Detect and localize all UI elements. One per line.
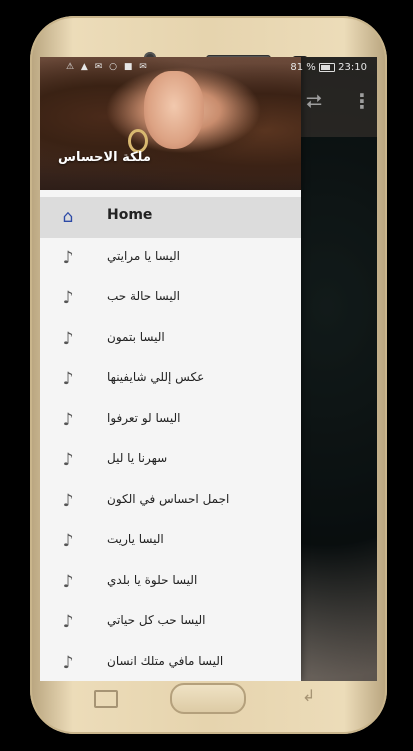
music-note-icon: ♪ [62, 571, 74, 592]
status-right: 81 % 23:10 [290, 62, 367, 73]
music-note-icon: ♪ [62, 288, 74, 308]
music-note-icon: ♪ [62, 652, 74, 673]
recent-apps-button[interactable] [94, 690, 118, 708]
music-note-icon: ♪ [62, 409, 74, 430]
drawer-item[interactable]: ♪ عكس إللي شايفينها [40, 359, 301, 400]
notification-icons: ⚠ ▲ ✉ ○ ■ ✉ [66, 62, 149, 72]
status-bar: ⚠ ▲ ✉ ○ ■ ✉ 81 % 23:10 [40, 57, 377, 79]
drawer-item-label: عكس إللي شايفينها [107, 370, 205, 384]
music-note-icon: ♪ [62, 369, 74, 389]
drawer-item[interactable]: ♪ اليسا لو تعرفوا [40, 400, 301, 441]
drawer-item[interactable]: ♪ اليسا حب كل حياتي [40, 602, 301, 643]
home-icon: ⌂ [62, 207, 74, 227]
battery-percent: 81 % [290, 62, 316, 73]
drawer-item-label: اجمل احساس في الكون [107, 491, 230, 506]
music-note-icon: ♪ [62, 531, 74, 551]
drawer-item[interactable]: ♪ اليسا حلوة يا بلدي [40, 562, 301, 603]
music-note-icon: ♪ [62, 450, 74, 470]
drawer-item[interactable]: ♪ سهرنا يا ليل [40, 440, 301, 481]
navigation-drawer: ملكة الاحساس ⌂ Home ♪ اليسا يا مرايتي ♪ اليسا… [40, 57, 301, 681]
drawer-item-label: اليسا ياريت [107, 532, 164, 546]
drawer-item-label: اليسا مافي متلك انسان [107, 653, 224, 668]
music-note-icon: ♪ [62, 328, 74, 349]
drawer-item[interactable]: ♪ اليسا بتمون [40, 319, 301, 360]
drawer-menu: ⌂ Home ♪ اليسا يا مرايتي ♪ اليسا حالة حب ♪ اليس… [40, 197, 301, 681]
screen: ⮂ ⋮ ⚠ ▲ ✉ ○ ■ ✉ 81 % 23:10 ملكة الاحساس … [40, 57, 377, 681]
drawer-item[interactable]: ♪ اليسا مافي متلك انسان [40, 643, 301, 682]
drawer-item-label: سهرنا يا ليل [107, 451, 168, 465]
drawer-title: ملكة الاحساس [58, 150, 151, 165]
drawer-item-label: اليسا بتمون [107, 329, 165, 344]
drawer-item[interactable]: ♪ اليسا حالة حب [40, 278, 301, 319]
drawer-item-label: اليسا يا مرايتي [107, 248, 180, 263]
drawer-item-label: اليسا حلوة يا بلدي [107, 572, 198, 587]
drawer-item-label: اليسا حالة حب [107, 289, 180, 303]
header-photo [144, 71, 204, 149]
clock: 23:10 [338, 62, 367, 73]
music-note-icon: ♪ [62, 490, 74, 511]
drawer-item[interactable]: ♪ اجمل احساس في الكون [40, 481, 301, 522]
drawer-item-label: اليسا لو تعرفوا [107, 410, 181, 425]
drawer-item[interactable]: ♪ اليسا يا مرايتي [40, 238, 301, 279]
battery-icon [318, 62, 335, 72]
drawer-item-label: اليسا حب كل حياتي [107, 613, 206, 627]
music-note-icon: ♪ [62, 612, 74, 632]
drawer-item[interactable]: ⌂ Home [40, 197, 301, 238]
drawer-item[interactable]: ♪ اليسا ياريت [40, 521, 301, 562]
music-note-icon: ♪ [62, 247, 74, 268]
home-button[interactable] [170, 683, 246, 714]
drawer-item-label: Home [107, 207, 153, 223]
back-button[interactable]: ↲ [302, 688, 324, 704]
